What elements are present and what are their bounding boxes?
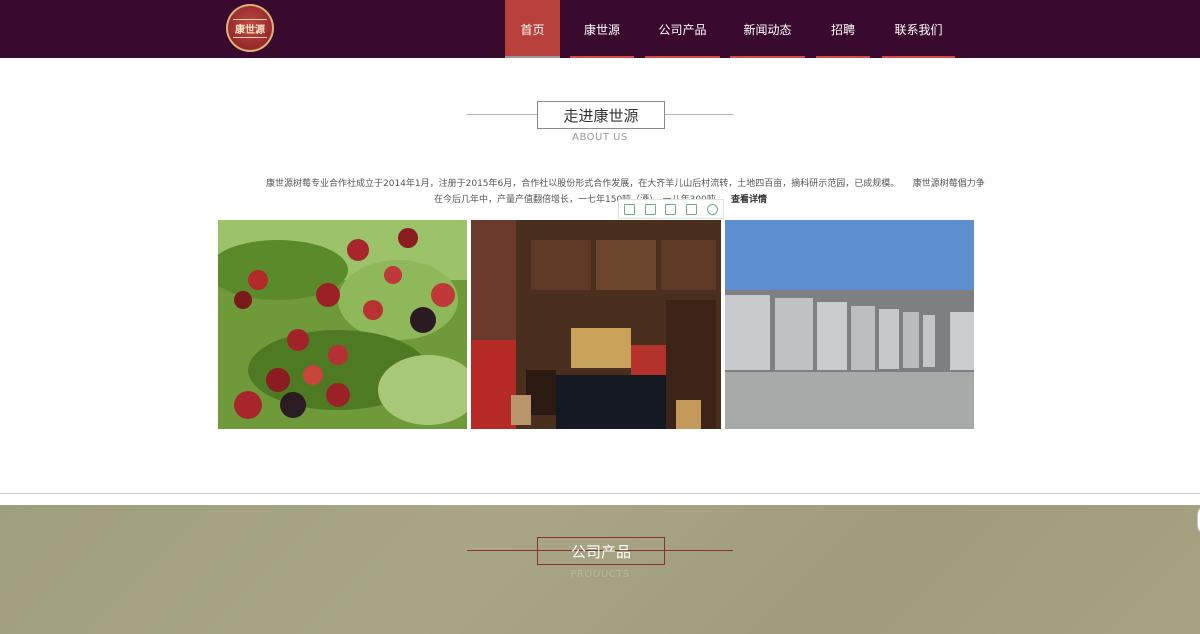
nav-item-home[interactable]: 首页 (505, 0, 560, 58)
nav-item-jobs[interactable]: 招聘 (816, 0, 870, 58)
photo-wine-cellar[interactable] (471, 220, 721, 429)
products-subtitle: PRODUCTS (570, 569, 630, 580)
nav-item-kangshiyuan[interactable]: 康世源 (570, 0, 634, 58)
about-subtitle: ABOUT US (572, 132, 628, 143)
main-nav: 首页 康世源 公司产品 新闻动态 招聘 联系我们 (505, 0, 955, 58)
logo[interactable]: 康世源 (226, 4, 274, 52)
nav-item-products[interactable]: 公司产品 (645, 0, 720, 58)
settings-icon[interactable] (707, 203, 719, 215)
photo-storage-tanks[interactable] (725, 220, 974, 429)
nav-item-news[interactable]: 新闻动态 (730, 0, 805, 58)
fullscreen-icon[interactable] (644, 203, 656, 215)
header: 康世源 首页 康世源 公司产品 新闻动态 招聘 联系我们 (0, 0, 1200, 58)
nav-item-contact[interactable]: 联系我们 (882, 0, 955, 58)
about-title: 走进康世源 (537, 101, 665, 129)
save-icon[interactable] (665, 203, 677, 215)
share-icon[interactable] (686, 203, 698, 215)
nav-label: 首页 (520, 22, 545, 37)
products-title: 公司产品 (537, 537, 665, 565)
photo-raspberries[interactable] (218, 220, 467, 429)
bookmark-icon[interactable] (623, 203, 635, 215)
nav-label: 康世源 (583, 22, 620, 37)
nav-label: 公司产品 (658, 22, 707, 37)
products-section: 公司产品 PRODUCTS (0, 505, 1200, 634)
about-text-line1: 康世源树莓专业合作社成立于2014年1月，注册于2015年6月，合作社以股份形式… (266, 179, 985, 189)
nav-label: 招聘 (830, 22, 855, 37)
logo-text: 康世源 (233, 18, 267, 38)
more-link[interactable]: 查看详情 (731, 192, 767, 205)
section-divider (0, 493, 1200, 494)
image-toolbar (618, 199, 724, 219)
nav-label: 新闻动态 (743, 22, 792, 37)
nav-label: 联系我们 (894, 22, 943, 37)
